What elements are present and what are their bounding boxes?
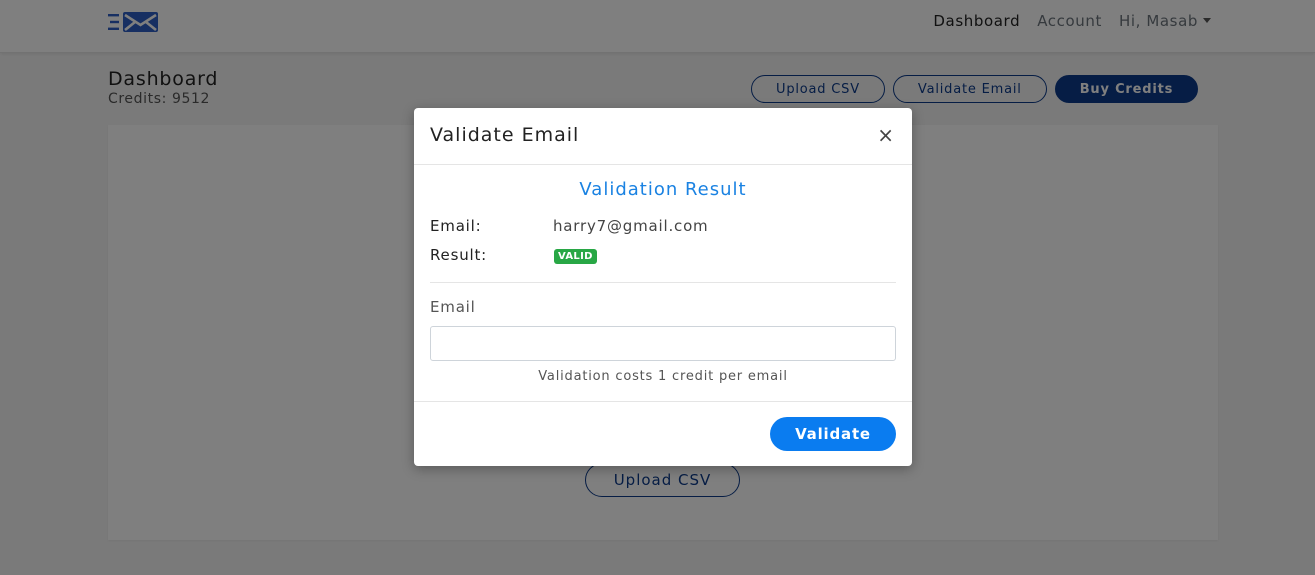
divider xyxy=(430,282,896,283)
validate-email-modal: Validate Email × Validation Result Email… xyxy=(414,108,912,466)
email-field-label: Email xyxy=(430,298,476,316)
status-badge: VALID xyxy=(554,249,597,264)
modal-footer-divider xyxy=(414,401,912,402)
email-field[interactable] xyxy=(430,326,896,361)
help-text: Validation costs 1 credit per email xyxy=(538,369,788,384)
validation-result-heading: Validation Result xyxy=(579,179,747,200)
result-label: Result: xyxy=(430,246,488,264)
modal-header: Validate Email × xyxy=(414,108,912,165)
close-icon[interactable]: × xyxy=(877,125,894,145)
email-result-label: Email: xyxy=(430,217,482,235)
email-result-value: harry7@gmail.com xyxy=(553,217,709,235)
validate-button[interactable]: Validate xyxy=(770,417,896,451)
modal-title: Validate Email xyxy=(430,124,580,146)
